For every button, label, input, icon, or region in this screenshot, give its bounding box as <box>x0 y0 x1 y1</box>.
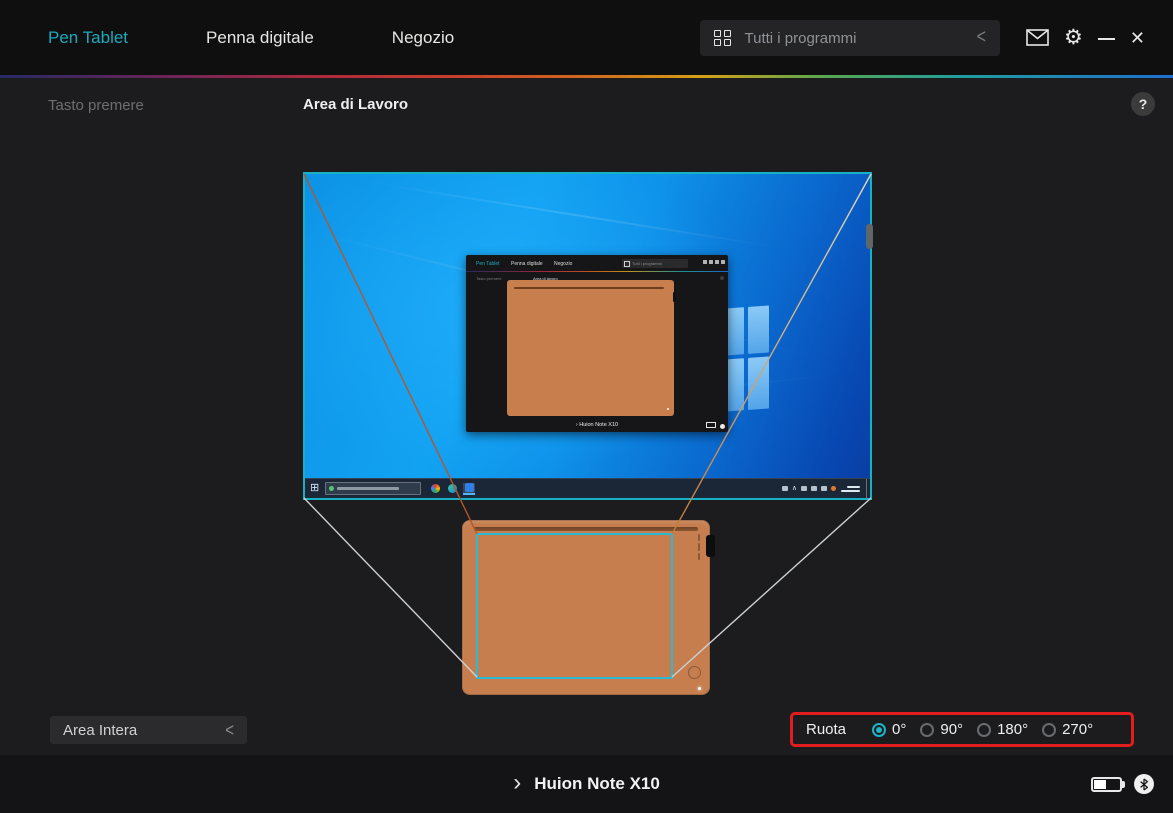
mini-tab-penna-digitale: Penna digitale <box>511 261 543 267</box>
mini-device-label: › Huion Note X10 <box>575 422 619 428</box>
tablet-logo-ring <box>688 666 701 679</box>
mini-program-selector: Tutti i programmi <box>622 259 688 268</box>
mini-window-controls <box>703 260 725 264</box>
mini-bluetooth-icon <box>720 424 725 429</box>
main-nav: Pen Tablet Penna digitale Negozio <box>48 0 454 75</box>
area-select-dropdown[interactable]: Area Intera < <box>50 716 247 744</box>
footer-bar: › Huion Note X10 <box>0 755 1173 813</box>
desktop-wallpaper: Pen Tablet Penna digitale Negozio Tutti … <box>305 174 870 498</box>
huion-app-icon <box>463 482 476 495</box>
radio-icon <box>920 722 935 737</box>
program-selector-label: Tutti i programmi <box>744 29 857 47</box>
mini-tab-pen-tablet: Pen Tablet <box>476 261 500 267</box>
rotate-section-highlight: Ruota 0° 90° 180° 270° <box>790 712 1134 747</box>
device-name: Huion Note X10 <box>534 774 660 793</box>
windows-logo <box>725 305 769 412</box>
close-icon[interactable]: ✕ <box>1130 29 1145 47</box>
rotate-option-0[interactable]: 0° <box>872 721 906 738</box>
gear-icon[interactable]: ⚙ <box>1064 27 1083 48</box>
chevron-left-icon: < <box>225 719 234 741</box>
rotate-option-90[interactable]: 90° <box>920 721 963 738</box>
rotate-option-180[interactable]: 180° <box>977 721 1028 738</box>
header-gradient-divider <box>0 75 1173 78</box>
huion-driver-window: Pen Tablet Penna digitale Negozio Tutti … <box>0 0 1173 813</box>
taskbar-apps <box>429 482 476 495</box>
radio-icon <box>977 722 992 737</box>
start-button-icon: ⊞ <box>310 482 320 494</box>
mini-gradient-divider <box>466 271 728 272</box>
tab-negozio[interactable]: Negozio <box>392 28 454 48</box>
area-select-value: Area Intera <box>63 721 138 739</box>
battery-icon <box>1091 777 1125 792</box>
monitor-side-notch <box>866 224 873 249</box>
sidebar-item-tasto-premere[interactable]: Tasto premere <box>48 97 144 114</box>
program-selector[interactable]: Tutti i programmi < <box>700 20 1000 56</box>
mini-tablet-notch <box>673 292 676 302</box>
chevron-right-icon: › <box>513 768 522 796</box>
device-selector[interactable]: › Huion Note X10 <box>0 755 1173 813</box>
tab-pen-tablet[interactable]: Pen Tablet <box>48 28 128 48</box>
mapping-line-bottom-left <box>303 497 478 678</box>
system-tray: ∧ <box>781 485 836 492</box>
pen-groove <box>474 527 698 531</box>
radio-selected-icon <box>872 722 887 737</box>
mini-tablet-image <box>507 280 676 416</box>
taskbar-clock <box>841 485 860 492</box>
taskbar-search-text <box>337 487 400 490</box>
mini-help-button <box>720 276 724 280</box>
page-title: Area di Lavoro <box>303 96 409 113</box>
rotate-option-270[interactable]: 270° <box>1042 721 1093 738</box>
apps-grid-icon <box>714 29 731 47</box>
tablet-image <box>462 520 715 695</box>
mini-sidebar-item: Tasto premere <box>476 276 502 281</box>
search-assistant-icon <box>329 486 335 491</box>
mail-icon[interactable] <box>1026 29 1049 46</box>
mini-driver-window: Pen Tablet Penna digitale Negozio Tutti … <box>466 255 728 432</box>
taskbar-search-box <box>325 482 422 495</box>
tablet-led <box>698 687 701 690</box>
window-controls: ⚙ ✕ <box>1026 0 1145 75</box>
chevron-left-icon[interactable]: < <box>977 27 986 50</box>
tablet-side-notch <box>706 535 715 557</box>
browser-icon <box>429 483 441 495</box>
mini-pen-groove <box>514 287 664 289</box>
mini-battery-icon <box>706 422 716 428</box>
mini-tablet-led <box>667 408 669 410</box>
show-desktop-button <box>866 479 870 498</box>
header-bar: Pen Tablet Penna digitale Negozio Tutti … <box>0 0 1173 75</box>
tab-penna-digitale[interactable]: Penna digitale <box>206 28 314 48</box>
radio-icon <box>1042 722 1057 737</box>
wallpaper-ray <box>367 181 783 249</box>
edge-icon <box>446 483 458 495</box>
rotate-label: Ruota <box>806 721 847 738</box>
windows-taskbar: ⊞ ∧ <box>305 478 870 498</box>
help-button[interactable]: ? <box>1131 92 1155 116</box>
mini-tab-negozio: Negozio <box>554 261 573 267</box>
tablet-active-area[interactable] <box>476 533 673 679</box>
tablet-brand-print <box>698 534 700 560</box>
monitor-preview: Pen Tablet Penna digitale Negozio Tutti … <box>303 172 873 500</box>
bluetooth-icon[interactable] <box>1134 774 1154 794</box>
minimize-icon[interactable] <box>1097 37 1115 40</box>
